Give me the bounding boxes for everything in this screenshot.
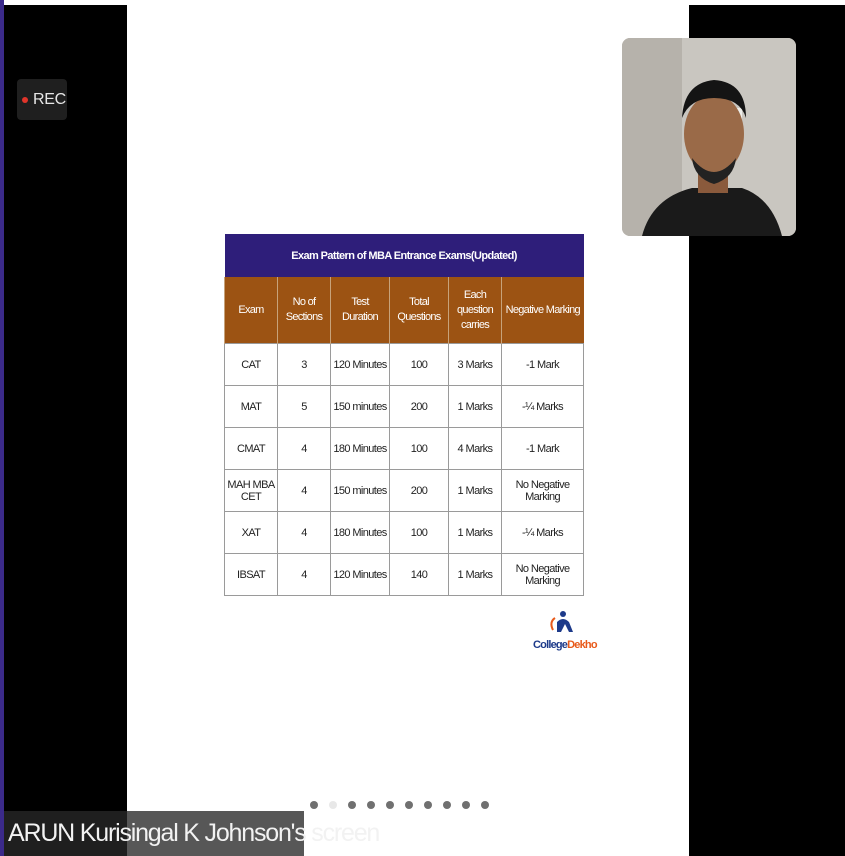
cell-negative: -¼ Marks (500, 385, 585, 428)
cell-questions: 200 (389, 385, 449, 428)
cell-marks: 1 Marks (448, 553, 502, 596)
cell-duration: 150 minutes (330, 469, 390, 512)
slide-dot[interactable] (329, 801, 337, 809)
cell-sections: 5 (277, 385, 331, 428)
cell-sections: 4 (277, 469, 331, 512)
cell-exam: MAT (224, 385, 278, 428)
cell-questions: 100 (389, 343, 449, 386)
cell-duration: 120 Minutes (330, 553, 390, 596)
header-exam: Exam (224, 277, 278, 344)
cell-exam: XAT (224, 511, 278, 554)
cell-marks: 1 Marks (448, 511, 502, 554)
cell-duration: 180 Minutes (330, 511, 390, 554)
slide-dot[interactable] (348, 801, 356, 809)
table-title: Exam Pattern of MBA Entrance Exams(Updat… (224, 234, 584, 277)
cell-negative: No Negative Marking (500, 469, 585, 512)
slide-dot[interactable] (481, 801, 489, 809)
cell-exam: MAH MBA CET (224, 469, 278, 512)
header-sections: No of Sections (277, 277, 331, 344)
cell-questions: 100 (389, 511, 449, 554)
cell-duration: 180 Minutes (330, 427, 390, 470)
header-negative-marking: Negative Marking (500, 277, 584, 344)
table-row: MAH MBA CET 4 150 minutes 200 1 Marks No… (224, 469, 585, 512)
cell-duration: 120 Minutes (330, 343, 390, 386)
slide-dot[interactable] (462, 801, 470, 809)
cell-sections: 4 (277, 553, 331, 596)
cell-exam: CAT (224, 343, 278, 386)
table-header-row: Exam No of Sections Test Duration Total … (224, 277, 584, 344)
slide-dot[interactable] (386, 801, 394, 809)
cell-marks: 4 Marks (448, 427, 502, 470)
cell-questions: 140 (389, 553, 449, 596)
cell-sections: 4 (277, 427, 331, 470)
recording-label: REC (33, 90, 66, 108)
logo-text-college: College (533, 639, 568, 651)
cell-questions: 200 (389, 469, 449, 512)
cell-exam: CMAT (224, 427, 278, 470)
table-row: CAT 3 120 Minutes 100 3 Marks -1 Mark (224, 343, 585, 386)
header-duration: Test Duration (330, 277, 390, 344)
participant-video-frame (622, 38, 796, 236)
logo-text-dekho: Dekho (567, 639, 597, 651)
header-questions: Total Questions (389, 277, 449, 344)
slide-dot[interactable] (424, 801, 432, 809)
cell-marks: 1 Marks (448, 469, 502, 512)
cell-duration: 150 minutes (330, 385, 390, 428)
table-row: IBSAT 4 120 Minutes 140 1 Marks No Negat… (224, 553, 585, 596)
cell-marks: 3 Marks (448, 343, 502, 386)
cell-sections: 3 (277, 343, 331, 386)
cell-negative: No Negative Marking (500, 553, 585, 596)
slide-dot[interactable] (310, 801, 318, 809)
exam-pattern-table: Exam Pattern of MBA Entrance Exams(Updat… (224, 234, 585, 596)
slide-dot[interactable] (405, 801, 413, 809)
table-row: MAT 5 150 minutes 200 1 Marks -¼ Marks (224, 385, 585, 428)
cell-questions: 100 (389, 427, 449, 470)
table-row: CMAT 4 180 Minutes 100 4 Marks -1 Mark (224, 427, 585, 470)
logo-figure-icon (550, 611, 573, 632)
participant-video[interactable] (622, 38, 796, 236)
cell-exam: IBSAT (224, 553, 278, 596)
header-each-question: Each question carries (448, 277, 502, 344)
slide-dot[interactable] (443, 801, 451, 809)
cell-sections: 4 (277, 511, 331, 554)
left-letterbox (4, 5, 127, 856)
slide-dot[interactable] (367, 801, 375, 809)
cell-negative: -1 Mark (500, 427, 585, 470)
cell-marks: 1 Marks (448, 385, 502, 428)
logo-wordmark: CollegeDekho (533, 639, 598, 651)
collegedekho-logo: CollegeDekho (533, 608, 598, 660)
recording-indicator: REC (17, 79, 67, 120)
cell-negative: -1 Mark (500, 343, 585, 386)
table-row: XAT 4 180 Minutes 100 1 Marks -¼ Marks (224, 511, 585, 554)
record-dot-icon (22, 96, 28, 103)
slide-pagination (310, 801, 489, 809)
screen-share-label: ARUN Kurisingal K Johnson's screen (4, 811, 380, 856)
cell-negative: -¼ Marks (500, 511, 585, 554)
